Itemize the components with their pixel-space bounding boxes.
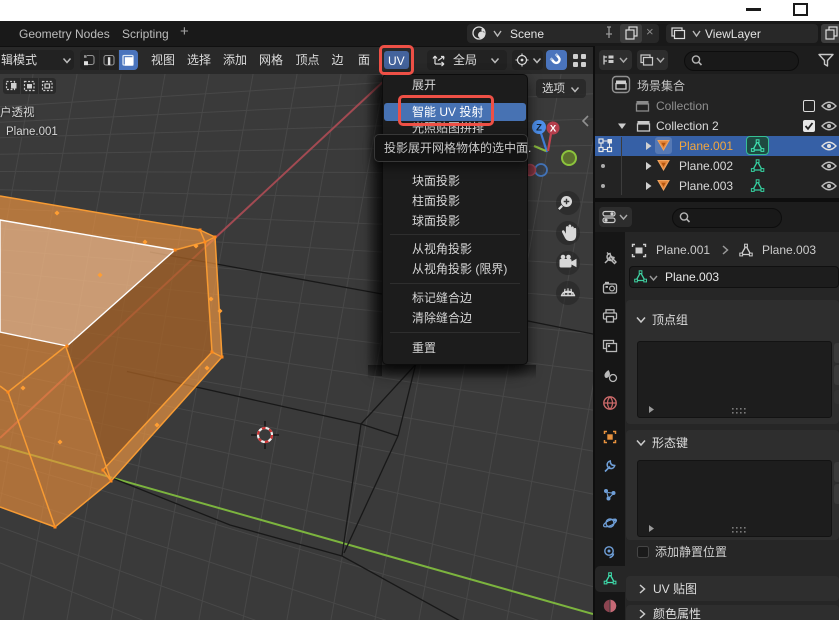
svg-text:X: X [550,124,557,135]
svg-text:Z: Z [536,123,542,134]
